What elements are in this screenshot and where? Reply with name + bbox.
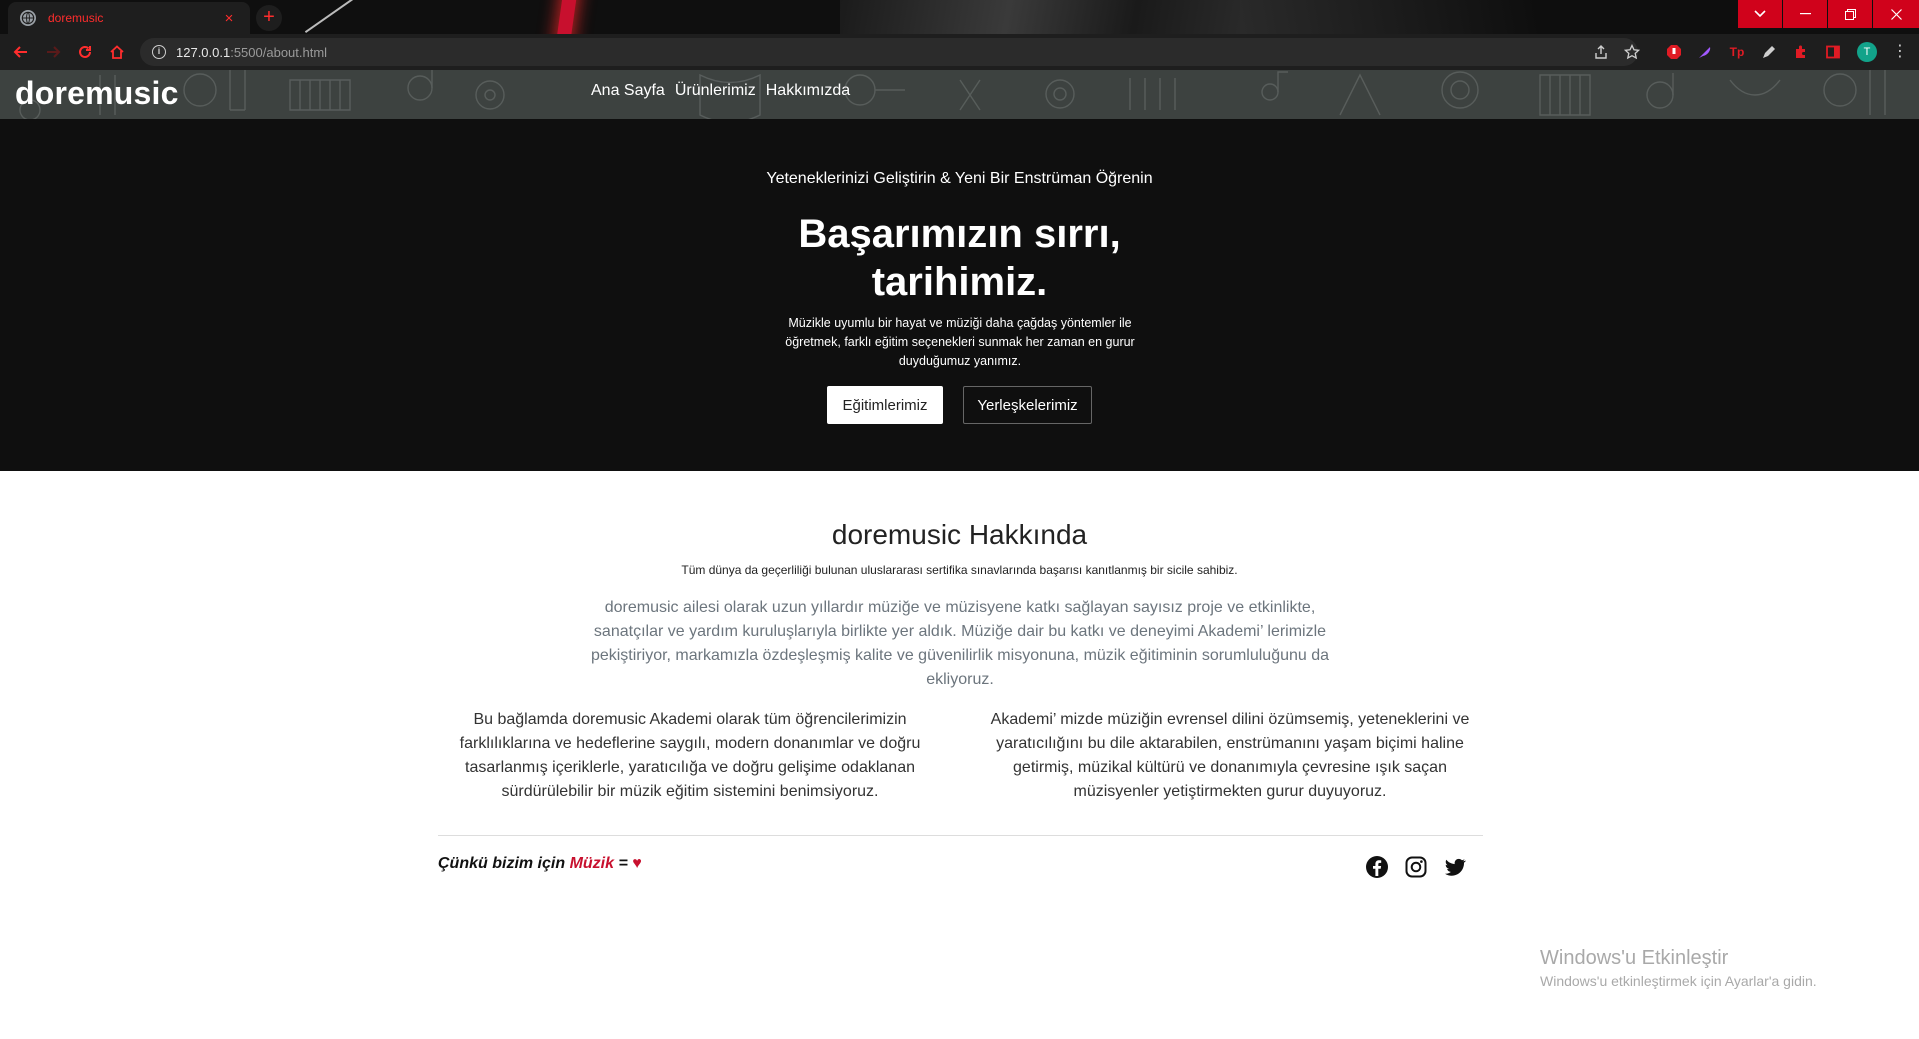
about-tagline: Tüm dünya da geçerliliği bulunan uluslar…: [681, 563, 1238, 577]
forward-button[interactable]: [42, 41, 64, 63]
extensions-puzzle-icon[interactable]: [1792, 43, 1810, 61]
about-left-paragraph: Bu bağlamda doremusic Akademi olarak tüm…: [459, 711, 921, 800]
hero-title-line1: Başarımızın sırrı,: [798, 212, 1121, 256]
pen-extension-icon[interactable]: [1760, 43, 1778, 61]
adblock-extension-icon[interactable]: [1665, 43, 1683, 61]
url-host: 127.0.0.1: [176, 44, 231, 60]
reload-button[interactable]: [74, 41, 96, 63]
about-right-paragraph: Akademi’ mizde müziğin evrensel dilini ö…: [990, 711, 1470, 800]
wallpaper-decoration: [555, 0, 579, 34]
hero-title-line2: tarihimiz.: [871, 260, 1048, 304]
about-title: doremusic Hakkında: [831, 519, 1088, 550]
restore-button[interactable]: [1828, 0, 1872, 28]
new-tab-button[interactable]: +: [256, 5, 282, 31]
profile-avatar[interactable]: T: [1857, 42, 1877, 62]
minimize-button[interactable]: [1783, 0, 1827, 28]
wallpaper-decoration: [304, 0, 356, 34]
bookmark-star-icon[interactable]: [1624, 38, 1640, 66]
browser-titlebar: doremusic × +: [0, 0, 1919, 34]
about-lead-paragraph: doremusic ailesi olarak uzun yıllardır m…: [590, 599, 1330, 688]
nav-link-products[interactable]: Ürünlerimiz: [675, 82, 756, 100]
back-button[interactable]: [10, 41, 32, 63]
browser-tab[interactable]: doremusic ×: [8, 2, 250, 34]
campuses-button[interactable]: Yerleşkelerimiz: [963, 386, 1092, 424]
motto-prefix: Çünkü bizim için: [438, 855, 566, 872]
share-icon[interactable]: [1593, 38, 1609, 66]
hero-title: Başarımızın sırrı, tarihimiz.: [0, 210, 1919, 306]
brand-logo[interactable]: doremusic: [15, 75, 179, 112]
tp-extension-icon[interactable]: Tp: [1728, 43, 1746, 61]
feather-extension-icon[interactable]: [1696, 43, 1714, 61]
browser-toolbar: i 127.0.0.1:5500/about.html Tp T ⋮: [0, 34, 1919, 70]
address-bar[interactable]: i 127.0.0.1:5500/about.html: [140, 38, 1640, 66]
home-button[interactable]: [106, 41, 128, 63]
close-window-button[interactable]: [1873, 0, 1919, 28]
twitter-icon[interactable]: [1443, 855, 1467, 879]
hero-description: Müzikle uyumlu bir hayat ve müziği daha …: [785, 316, 1135, 368]
heart-icon: ♥: [632, 855, 642, 872]
wallpaper-decoration: [1240, 0, 1740, 34]
site-navbar: doremusic Ana Sayfa Ürünlerimiz Hakkımız…: [0, 70, 1919, 119]
tab-close-button[interactable]: ×: [220, 10, 238, 27]
globe-icon: [20, 10, 36, 26]
facebook-icon[interactable]: [1365, 855, 1389, 879]
tab-search-button[interactable]: [1738, 0, 1782, 28]
music-pattern-background: [19, 70, 1886, 119]
hero-buttons: Eğitimlerimiz Yerleşkelerimiz: [0, 386, 1919, 424]
url-path: :5500/about.html: [230, 44, 328, 60]
motto-equals: =: [618, 855, 628, 872]
windows-activation-title: Windows'u Etkinleştir: [1540, 947, 1729, 969]
footer-motto: Çünkü bizim için Müzik = ♥: [438, 855, 642, 873]
windows-activation-subtitle: Windows'u etkinleştirmek için Ayarlar'a …: [1540, 973, 1817, 989]
side-panel-icon[interactable]: [1824, 43, 1842, 61]
instagram-icon[interactable]: [1404, 855, 1428, 879]
hero-section: Yeteneklerinizi Geliştirin & Yeni Bir En…: [0, 119, 1919, 471]
wallpaper-decoration: [840, 0, 1260, 34]
motto-word: Müzik: [569, 855, 615, 872]
tab-title: doremusic: [48, 11, 104, 25]
trainings-button[interactable]: Eğitimlerimiz: [827, 386, 943, 424]
browser-menu-icon[interactable]: ⋮: [1892, 42, 1908, 62]
nav-link-about[interactable]: Hakkımızda: [766, 82, 850, 100]
hero-subtitle: Yeteneklerinizi Geliştirin & Yeni Bir En…: [766, 170, 1153, 187]
nav-link-home[interactable]: Ana Sayfa: [591, 82, 665, 100]
footer-divider: [438, 835, 1483, 836]
site-info-icon[interactable]: i: [152, 45, 166, 59]
main-nav: Ana Sayfa Ürünlerimiz Hakkımızda: [591, 82, 850, 100]
